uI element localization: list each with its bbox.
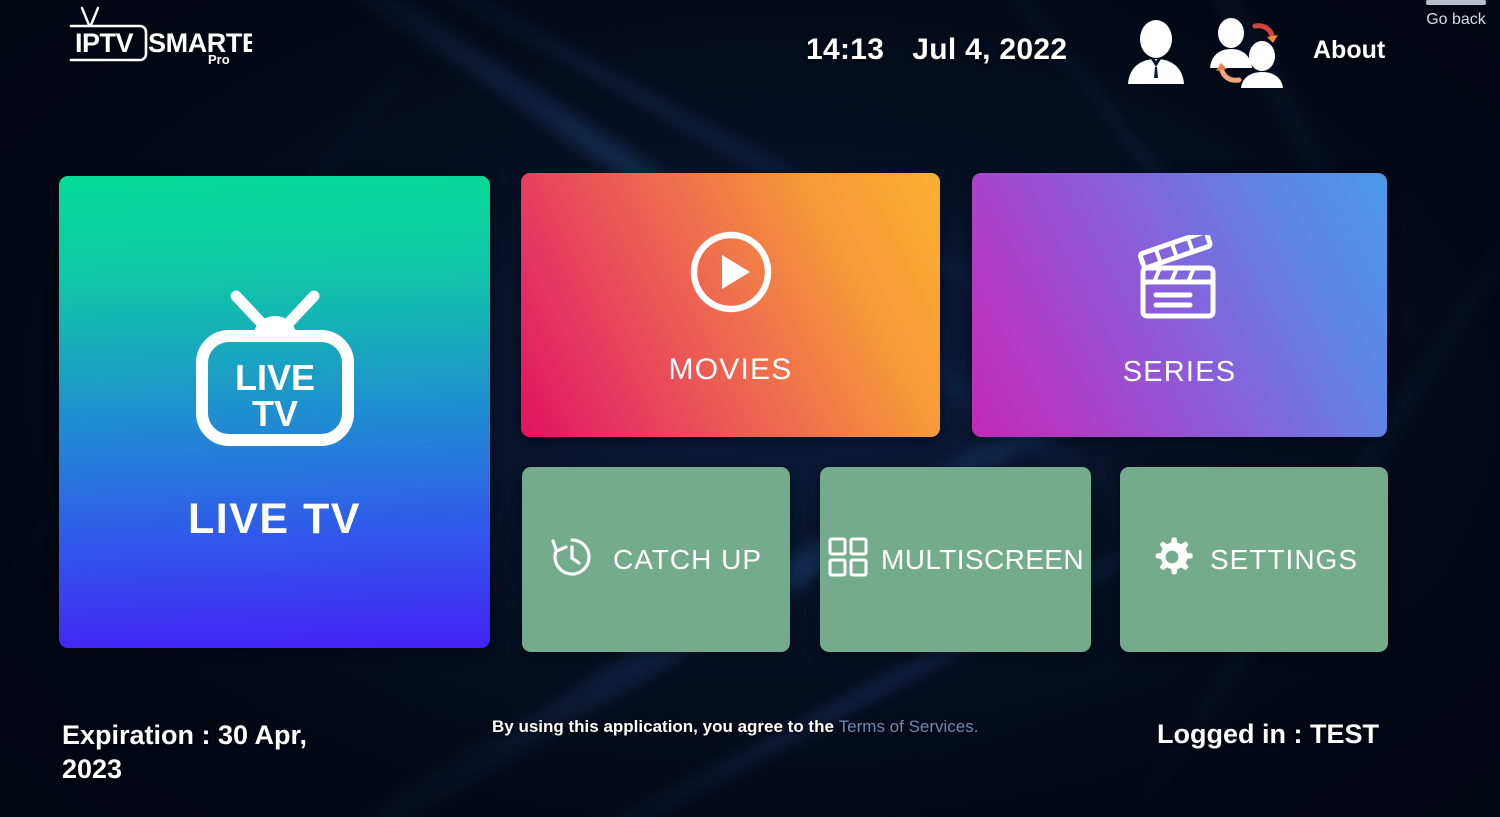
user-profile-icon[interactable] [1124, 18, 1188, 86]
current-time: 14:13 [806, 33, 885, 66]
about-link[interactable]: About [1313, 36, 1385, 65]
tile-movies[interactable]: MOVIES [521, 173, 940, 437]
history-clock-icon [550, 535, 594, 584]
tile-multiscreen[interactable]: MULTISCREEN [820, 467, 1091, 652]
tile-settings[interactable]: SETTINGS [1120, 467, 1388, 652]
svg-text:IPTV: IPTV [75, 28, 134, 58]
tile-movies-label: MOVIES [668, 353, 793, 386]
logged-in-status: Logged in : TEST [1157, 719, 1379, 749]
gear-icon [1150, 535, 1194, 584]
terms-notice: By using this application, you agree to … [492, 717, 978, 737]
app-logo: IPTV SMARTERS Pro [62, 4, 252, 68]
terms-of-services-link[interactable]: Terms of Services. [839, 717, 979, 736]
play-circle-icon [688, 229, 774, 320]
tile-multiscreen-label: MULTISCREEN [880, 543, 1084, 575]
go-back-bar [1426, 0, 1486, 5]
switch-user-icon[interactable] [1208, 16, 1288, 88]
tile-live-tv-label: LIVE TV [188, 495, 361, 543]
current-date: Jul 4, 2022 [912, 33, 1068, 66]
go-back-label: Go back [1426, 11, 1486, 28]
tv-icon: LIVE TV [190, 286, 360, 451]
tv-icon-text-tv: TV [251, 393, 297, 434]
header: IPTV SMARTERS Pro 14:13 Jul 4, 2022 [0, 0, 1500, 105]
tv-icon-text-live: LIVE [234, 357, 314, 398]
tile-catch-up-label: CATCH UP [612, 543, 763, 575]
grid-four-icon [827, 536, 869, 583]
clock-date-group: 14:13 Jul 4, 2022 [806, 33, 1067, 67]
tile-series-label: SERIES [1122, 356, 1237, 388]
go-back-control[interactable]: Go back [1426, 0, 1486, 28]
expiration-text: Expiration : 30 Apr, 2023 [62, 720, 308, 785]
terms-prefix-text: By using this application, you agree to … [492, 717, 839, 736]
main-tile-grid: LIVE TV LIVE TV MOVIES SERIES CATCH UP M… [0, 0, 1500, 817]
clapperboard-icon [1130, 229, 1230, 326]
svg-text:SMARTERS: SMARTERS [148, 28, 252, 58]
tile-catch-up[interactable]: CATCH UP [522, 467, 790, 652]
tile-live-tv[interactable]: LIVE TV LIVE TV [59, 176, 490, 648]
tile-settings-label: SETTINGS [1209, 543, 1358, 575]
tile-series[interactable]: SERIES [972, 173, 1387, 437]
svg-text:Pro: Pro [208, 52, 230, 67]
